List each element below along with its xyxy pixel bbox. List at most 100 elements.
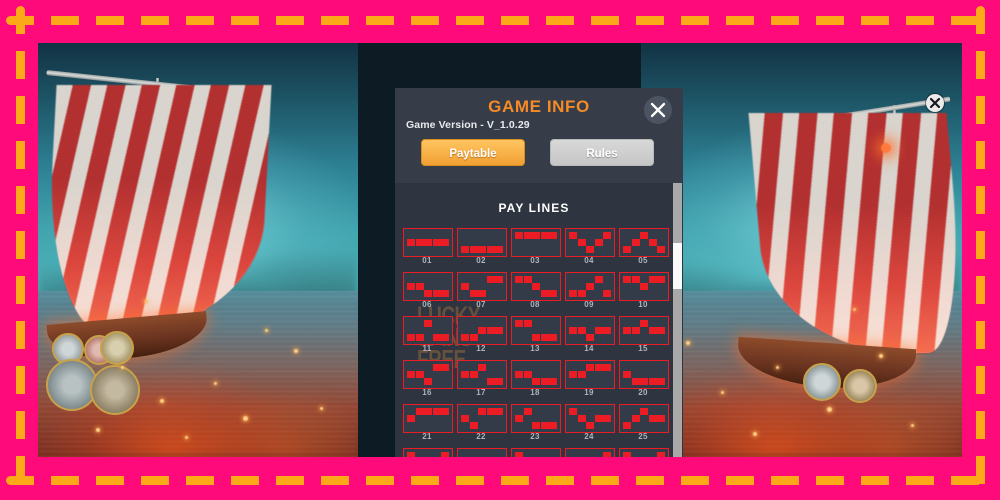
payline-cell[interactable]: 20: [619, 360, 669, 397]
payline-number: 25: [638, 432, 648, 441]
payline-dot: [441, 334, 449, 341]
payline-dot: [532, 378, 540, 385]
payline-dot: [407, 239, 415, 246]
payline-cell[interactable]: 19: [565, 360, 615, 397]
payline-dot: [441, 364, 449, 371]
payline-row: 06 07 08 09 10: [403, 272, 673, 316]
payline-cell[interactable]: 03: [511, 228, 561, 265]
payline-dot: [657, 327, 665, 334]
payline-pattern: [457, 360, 507, 389]
payline-cell[interactable]: 15: [619, 316, 669, 353]
payline-cell[interactable]: 01: [403, 228, 453, 265]
payline-cell[interactable]: 10: [619, 272, 669, 309]
payline-cell[interactable]: 22: [457, 404, 507, 441]
payline-dot: [631, 239, 640, 246]
payline-dot: [586, 364, 594, 371]
payline-cell[interactable]: 16: [403, 360, 453, 397]
payline-cell[interactable]: 30: [619, 448, 669, 457]
payline-dot: [640, 378, 648, 385]
payline-number: 12: [476, 344, 486, 353]
payline-cell[interactable]: 04: [565, 228, 615, 265]
payline-dot: [577, 239, 586, 246]
payline-number: 20: [638, 388, 648, 397]
game-artwork-left: [38, 43, 358, 457]
tab-rules[interactable]: Rules: [550, 139, 654, 166]
payline-number: 10: [638, 300, 648, 309]
payline-dot: [486, 378, 495, 385]
payline-dot: [532, 334, 540, 341]
payline-dot: [657, 276, 665, 283]
payline-cell[interactable]: 12: [457, 316, 507, 353]
payline-dot: [549, 334, 557, 341]
payline-cell[interactable]: 06: [403, 272, 453, 309]
payline-cell[interactable]: 05: [619, 228, 669, 265]
payline-cell[interactable]: 17: [457, 360, 507, 397]
payline-cell[interactable]: 29: [565, 448, 615, 457]
payline-dot: [523, 320, 532, 327]
payline-dot: [415, 408, 424, 415]
game-version-label: Game Version - V_1.0.29: [406, 119, 530, 131]
payline-cell[interactable]: 24: [565, 404, 615, 441]
stage-close-button[interactable]: [926, 94, 944, 112]
payline-cell[interactable]: 14: [565, 316, 615, 353]
payline-dot: [623, 246, 631, 253]
payline-pattern: [565, 404, 615, 433]
payline-dot: [415, 371, 424, 378]
payline-dot: [657, 415, 665, 422]
payline-cell[interactable]: 18: [511, 360, 561, 397]
payline-number: 03: [530, 256, 540, 265]
payline-cell[interactable]: 07: [457, 272, 507, 309]
payline-cell[interactable]: 13: [511, 316, 561, 353]
payline-cell[interactable]: 23: [511, 404, 561, 441]
payline-pattern: [403, 316, 453, 345]
payline-dot: [461, 283, 469, 290]
payline-dot: [432, 364, 441, 371]
payline-dot: [623, 276, 631, 283]
payline-cell[interactable]: 25: [619, 404, 669, 441]
frame-dash-bottom: [6, 476, 994, 485]
payline-dot: [478, 246, 486, 253]
payline-dot: [569, 232, 577, 239]
payline-cell[interactable]: 26: [403, 448, 453, 457]
payline-dot: [586, 334, 594, 341]
payline-number: 18: [530, 388, 540, 397]
modal-scrollbar-thumb[interactable]: [673, 243, 682, 289]
payline-dot: [407, 371, 415, 378]
payline-cell[interactable]: 08: [511, 272, 561, 309]
payline-pattern: [511, 448, 561, 457]
paylines-grid: 01 02 03 04 05 06 07 08 09 10 11 12 13 14 15 16 17 18 19 20…: [403, 228, 673, 457]
payline-dot: [432, 290, 441, 297]
modal-scrollbar-track[interactable]: [673, 183, 682, 457]
payline-dot: [549, 422, 557, 429]
payline-dot: [441, 290, 449, 297]
payline-number: 17: [476, 388, 486, 397]
payline-cell[interactable]: 11: [403, 316, 453, 353]
payline-pattern: [511, 228, 561, 257]
payline-pattern: [403, 360, 453, 389]
modal-close-button[interactable]: [644, 96, 672, 124]
payline-dot: [648, 327, 657, 334]
tab-paytable[interactable]: Paytable: [421, 139, 525, 166]
payline-dot: [657, 452, 665, 457]
payline-cell[interactable]: 02: [457, 228, 507, 265]
payline-pattern: [565, 316, 615, 345]
payline-pattern: [511, 272, 561, 301]
payline-dot: [515, 320, 523, 327]
payline-dot: [441, 408, 449, 415]
payline-dot: [461, 246, 469, 253]
payline-dot: [478, 364, 486, 371]
payline-dot: [469, 290, 478, 297]
payline-cell[interactable]: 27: [457, 448, 507, 457]
payline-cell[interactable]: 21: [403, 404, 453, 441]
payline-pattern: [457, 272, 507, 301]
payline-dot: [569, 327, 577, 334]
page-title: GAME INFO: [488, 97, 590, 116]
payline-dot: [577, 327, 586, 334]
payline-dot: [549, 290, 557, 297]
payline-cell[interactable]: 09: [565, 272, 615, 309]
payline-number: 15: [638, 344, 648, 353]
payline-dot: [594, 364, 603, 371]
payline-dot: [640, 408, 648, 415]
payline-cell[interactable]: 28: [511, 448, 561, 457]
payline-dot: [603, 415, 611, 422]
